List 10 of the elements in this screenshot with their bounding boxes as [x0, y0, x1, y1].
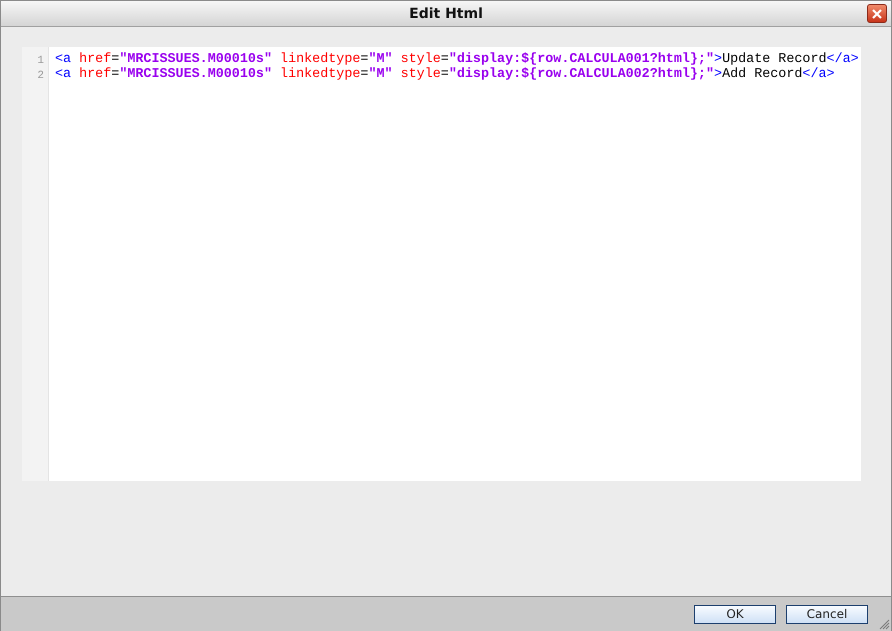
line-number: 2 — [36, 69, 44, 84]
resize-grip-icon[interactable] — [878, 618, 890, 630]
close-button[interactable] — [867, 4, 887, 23]
window-title: Edit Html — [409, 6, 483, 22]
code-line: <a href="MRCISSUES.M00010s" linkedtype="M" style="display:${row.CALCULA002?html};">Add Record</a> — [55, 67, 836, 82]
line-number: 1 — [36, 54, 44, 69]
ok-button[interactable]: OK — [694, 604, 776, 624]
code-line: <a href="MRCISSUES.M00010s" linkedtype="M" style="display:${row.CALCULA001?html};">Update Record</a> — [55, 52, 859, 67]
close-icon — [872, 8, 882, 18]
cancel-button[interactable]: Cancel — [786, 604, 868, 624]
